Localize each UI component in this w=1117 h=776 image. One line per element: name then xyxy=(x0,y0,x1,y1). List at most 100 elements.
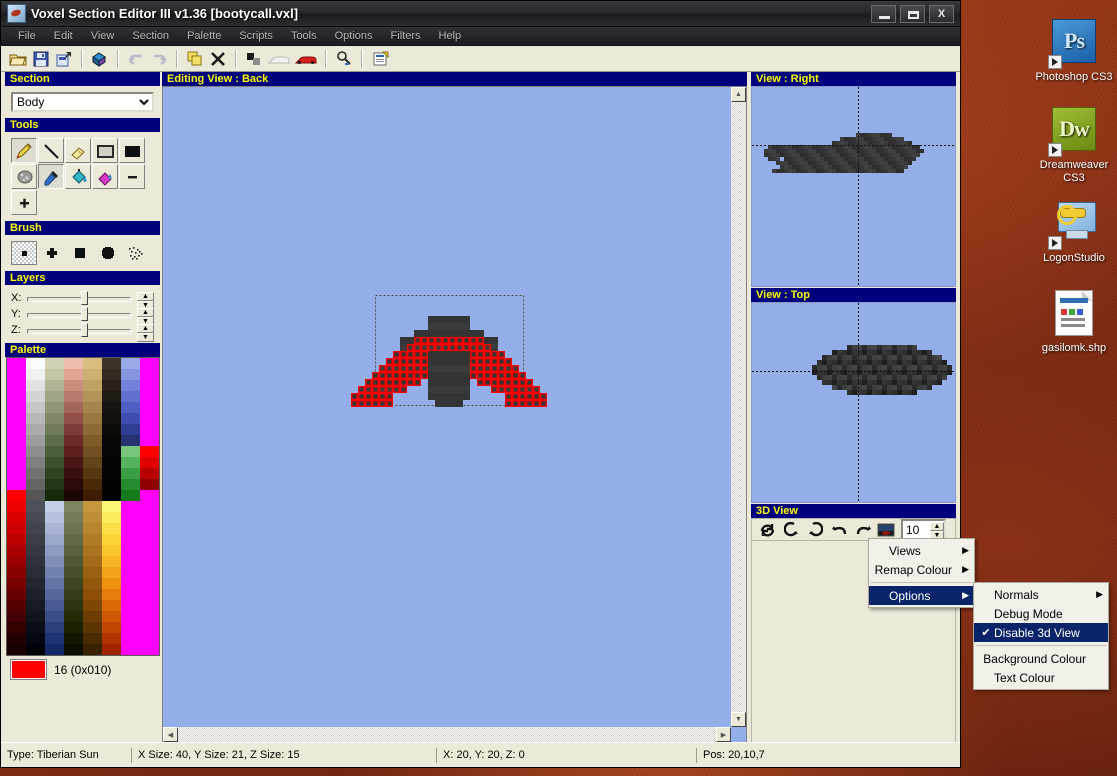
palette-swatch[interactable] xyxy=(121,512,140,523)
menu-item-tools[interactable]: Tools xyxy=(282,29,326,43)
palette-swatch[interactable] xyxy=(83,457,102,468)
palette-swatch[interactable] xyxy=(140,424,159,435)
palette-swatch[interactable] xyxy=(64,424,83,435)
palette-swatch[interactable] xyxy=(26,446,45,457)
palette-swatch[interactable] xyxy=(26,369,45,380)
palette-swatch[interactable] xyxy=(64,490,83,501)
palette-swatch[interactable] xyxy=(140,589,159,600)
palette-swatch[interactable] xyxy=(7,446,26,457)
palette-swatch[interactable] xyxy=(7,600,26,611)
palette-swatch[interactable] xyxy=(7,611,26,622)
palette-swatch[interactable] xyxy=(121,501,140,512)
palette-swatch[interactable] xyxy=(26,600,45,611)
main-toolbar[interactable] xyxy=(1,46,960,72)
editing-view-canvas[interactable]: ▲ ▼ ◀ ▶ xyxy=(162,86,747,743)
palette-swatch[interactable] xyxy=(83,633,102,644)
palette-swatch[interactable] xyxy=(7,622,26,633)
palette-swatch[interactable] xyxy=(83,600,102,611)
rotate-right-icon[interactable] xyxy=(804,520,826,540)
submenu-item-disable-3d-view[interactable]: ✔ Disable 3d View xyxy=(974,623,1108,642)
palette-swatch[interactable] xyxy=(64,578,83,589)
palette-swatch[interactable] xyxy=(121,589,140,600)
palette-swatch[interactable] xyxy=(121,567,140,578)
palette-swatch[interactable] xyxy=(7,402,26,413)
desktop-icon-photoshop[interactable]: Ps Photoshop CS3 xyxy=(1028,16,1117,84)
palette-swatch[interactable] xyxy=(140,435,159,446)
threed-zoom-spin-buttons[interactable]: ▲ ▼ xyxy=(930,522,944,540)
menu-item-file[interactable]: File xyxy=(9,29,45,43)
palette-swatch[interactable] xyxy=(26,567,45,578)
palette-swatch[interactable] xyxy=(26,479,45,490)
palette-swatch[interactable] xyxy=(26,435,45,446)
palette-swatch[interactable] xyxy=(45,523,64,534)
submenu-item-normals[interactable]: Normals ▶ xyxy=(974,585,1108,604)
palette-swatch[interactable] xyxy=(26,611,45,622)
palette-swatch[interactable] xyxy=(102,369,121,380)
palette-swatch[interactable] xyxy=(26,556,45,567)
palette-swatch[interactable] xyxy=(7,523,26,534)
brush-square[interactable] xyxy=(67,241,93,265)
palette-swatch[interactable] xyxy=(64,402,83,413)
menu-item-section[interactable]: Section xyxy=(123,29,178,43)
palette-swatch[interactable] xyxy=(7,391,26,402)
palette-swatch[interactable] xyxy=(7,512,26,523)
palette-swatch[interactable] xyxy=(102,457,121,468)
palette-swatch[interactable] xyxy=(26,545,45,556)
scroll-down-button[interactable]: ▼ xyxy=(731,712,746,727)
brush-dot[interactable] xyxy=(11,241,37,265)
palette-swatch[interactable] xyxy=(7,556,26,567)
palette-swatch[interactable] xyxy=(45,369,64,380)
menu-bar[interactable]: File Edit View Section Palette Scripts T… xyxy=(1,27,960,46)
context-menu-item-views[interactable]: Views ▶ xyxy=(869,541,974,560)
palette-swatch[interactable] xyxy=(64,633,83,644)
menu-item-view[interactable]: View xyxy=(82,29,124,43)
palette-swatch[interactable] xyxy=(102,446,121,457)
palette-swatch[interactable] xyxy=(7,358,26,369)
desktop-icon-dreamweaver[interactable]: Dw Dreamweaver CS3 xyxy=(1028,104,1117,185)
palette-swatch[interactable] xyxy=(140,512,159,523)
palette-swatch[interactable] xyxy=(140,633,159,644)
palette-swatch[interactable] xyxy=(7,380,26,391)
maximize-button[interactable] xyxy=(900,4,925,23)
palette-swatch[interactable] xyxy=(26,534,45,545)
palette-swatch[interactable] xyxy=(102,435,121,446)
normals-icon[interactable] xyxy=(243,48,265,70)
white-car-icon[interactable] xyxy=(266,48,292,70)
palette-swatch[interactable] xyxy=(140,622,159,633)
palette-swatch[interactable] xyxy=(45,556,64,567)
palette-swatch[interactable] xyxy=(140,358,159,369)
desktop-icon-logonstudio[interactable]: LogonStudio xyxy=(1028,196,1117,265)
palette-swatch[interactable] xyxy=(121,468,140,479)
line-tool[interactable] xyxy=(38,138,64,163)
palette-swatch[interactable] xyxy=(64,369,83,380)
red-car-icon[interactable] xyxy=(293,48,319,70)
palette-swatch[interactable] xyxy=(7,644,26,655)
submenu-item-debug-mode[interactable]: Debug Mode xyxy=(974,604,1108,623)
palette-swatch[interactable] xyxy=(26,424,45,435)
palette-swatch[interactable] xyxy=(64,468,83,479)
palette-swatch[interactable] xyxy=(102,479,121,490)
submenu-item-background-colour[interactable]: Background Colour xyxy=(974,649,1108,668)
palette-swatch[interactable] xyxy=(64,457,83,468)
palette-swatch[interactable] xyxy=(7,589,26,600)
palette-swatch[interactable] xyxy=(140,457,159,468)
palette-swatch[interactable] xyxy=(7,457,26,468)
palette-swatch[interactable] xyxy=(102,424,121,435)
palette-swatch[interactable] xyxy=(83,402,102,413)
palette-swatch[interactable] xyxy=(45,633,64,644)
scroll-up-button[interactable]: ▲ xyxy=(731,87,746,102)
close-button[interactable]: X xyxy=(929,4,954,23)
palette-swatch[interactable] xyxy=(83,501,102,512)
palette-swatch[interactable] xyxy=(26,589,45,600)
palette-swatch[interactable] xyxy=(83,380,102,391)
palette-swatch[interactable] xyxy=(140,468,159,479)
palette-swatch[interactable] xyxy=(45,567,64,578)
palette-swatch[interactable] xyxy=(7,534,26,545)
zoom-icon[interactable] xyxy=(333,48,355,70)
palette-swatch[interactable] xyxy=(83,534,102,545)
palette-swatch[interactable] xyxy=(121,402,140,413)
submenu-item-text-colour[interactable]: Text Colour xyxy=(974,668,1108,687)
open-icon[interactable] xyxy=(7,48,29,70)
layer-y-spinner[interactable]: ▲ ▼ xyxy=(137,308,154,326)
copy-icon[interactable] xyxy=(184,48,206,70)
